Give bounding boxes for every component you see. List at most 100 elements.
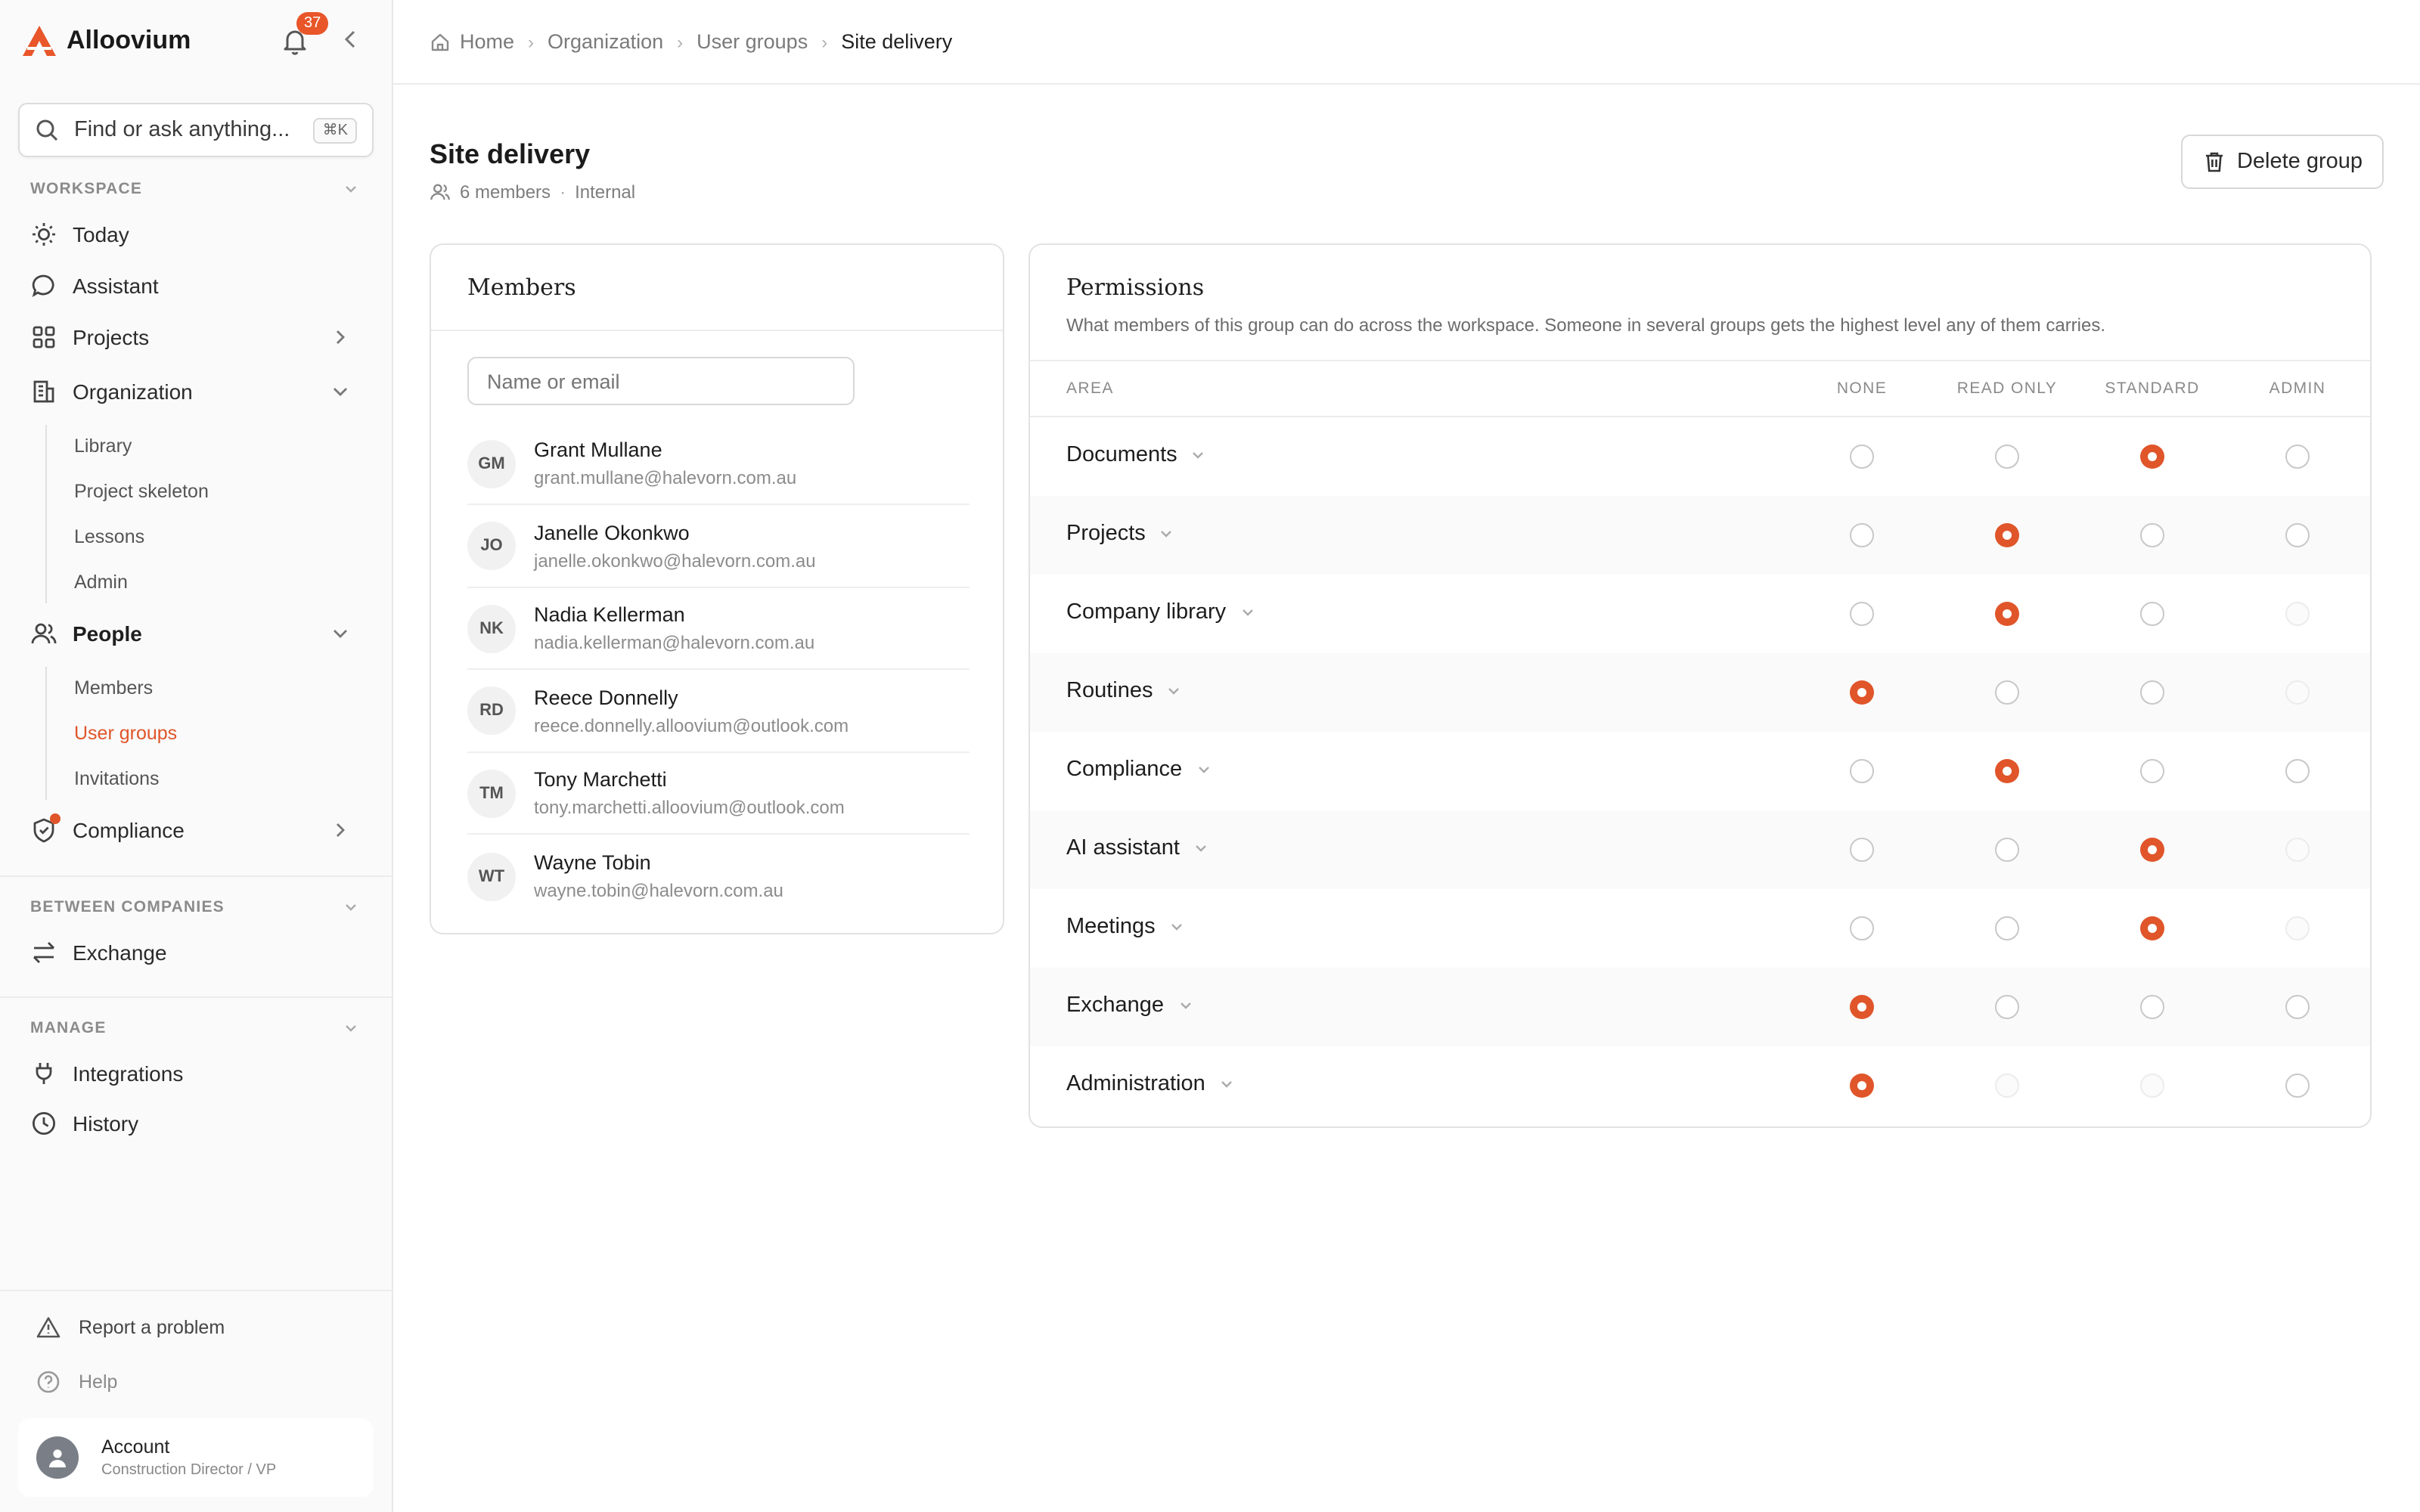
radio-admin[interactable] xyxy=(2285,995,2310,1019)
nav-projects-label: Projects xyxy=(73,325,150,349)
report-problem-label: Report a problem xyxy=(79,1317,225,1338)
help-link[interactable]: Help xyxy=(36,1370,117,1394)
radio-read-only[interactable] xyxy=(1995,759,2019,783)
radio-standard[interactable] xyxy=(2140,759,2164,783)
radio-read-only[interactable] xyxy=(1995,680,2019,705)
radio-none[interactable] xyxy=(1850,445,1874,469)
permission-area[interactable]: Compliance xyxy=(1066,758,1211,782)
nav-organization[interactable]: Organization xyxy=(30,369,363,414)
app-name: Alloovium xyxy=(67,26,191,54)
permission-area[interactable]: Administration xyxy=(1066,1072,1234,1096)
notification-badge: 37 xyxy=(296,12,329,35)
permission-row: AI assistant xyxy=(1030,810,2370,889)
radio-read-only[interactable] xyxy=(1995,445,2019,469)
chevron-left-icon[interactable] xyxy=(339,27,363,51)
nav-library[interactable]: Library xyxy=(74,431,132,461)
chevron-down-icon xyxy=(1198,767,1209,773)
member-name: Janelle Okonkwo xyxy=(534,521,690,544)
radio-standard[interactable] xyxy=(2140,523,2164,547)
permission-area-label: AI assistant xyxy=(1066,836,1180,860)
member-row[interactable]: JO Janelle Okonkwo janelle.okonkwo@halevor… xyxy=(467,506,970,587)
permission-area-label: Exchange xyxy=(1066,993,1164,1018)
delete-group-button[interactable]: Delete group xyxy=(2181,135,2384,189)
chevron-down-icon xyxy=(334,630,347,638)
permission-area[interactable]: Meetings xyxy=(1066,915,1184,939)
app-logo[interactable]: Alloovium xyxy=(21,24,191,57)
radio-standard[interactable] xyxy=(2140,680,2164,705)
member-row[interactable]: NK Nadia Kellerman nadia.kellerman@halevor… xyxy=(467,588,970,670)
nav-user-groups[interactable]: User groups xyxy=(74,718,177,748)
member-email: janelle.okonkwo@halevorn.com.au xyxy=(534,550,816,571)
radio-standard[interactable] xyxy=(2140,916,2164,940)
radio-none[interactable] xyxy=(1850,916,1874,940)
account-menu[interactable]: Account Construction Director / VP xyxy=(18,1418,374,1497)
group-visibility: Internal xyxy=(575,181,636,203)
permissions-card: Permissions What members of this group c… xyxy=(1028,243,2372,1128)
radio-admin[interactable] xyxy=(2285,1074,2310,1098)
radio-read-only[interactable] xyxy=(1995,602,2019,626)
radio-none[interactable] xyxy=(1850,680,1874,705)
member-row[interactable]: TM Tony Marchetti tony.marchetti.alloovium… xyxy=(467,753,970,835)
permission-area[interactable]: Exchange xyxy=(1066,993,1193,1018)
member-row[interactable]: GM Grant Mullane grant.mullane@halevorn.co… xyxy=(467,423,970,505)
nav-today[interactable]: Today xyxy=(30,212,363,257)
permission-area[interactable]: Company library xyxy=(1066,600,1255,624)
radio-standard[interactable] xyxy=(2140,602,2164,626)
nav-admin[interactable]: Admin xyxy=(74,567,128,597)
member-row[interactable]: WT Wayne Tobin wayne.tobin@halevorn.com.au xyxy=(467,835,970,917)
member-name: Reece Donnelly xyxy=(534,686,678,708)
radio-none[interactable] xyxy=(1850,1074,1874,1098)
chevron-down-icon xyxy=(1242,609,1253,616)
permission-area[interactable]: Projects xyxy=(1066,522,1174,546)
nav-lessons[interactable]: Lessons xyxy=(74,522,144,552)
search-placeholder: Find or ask anything... xyxy=(74,118,290,142)
radio-none[interactable] xyxy=(1850,759,1874,783)
radio-none[interactable] xyxy=(1850,523,1874,547)
member-avatar: JO xyxy=(467,522,516,570)
breadcrumb-user-groups[interactable]: User groups xyxy=(697,30,808,53)
radio-none[interactable] xyxy=(1850,838,1874,862)
chevron-down-icon xyxy=(1161,531,1172,538)
permission-row: Exchange xyxy=(1030,968,2370,1046)
breadcrumb-home[interactable]: Home xyxy=(430,30,514,53)
radio-admin[interactable] xyxy=(2285,445,2310,469)
sun-icon xyxy=(33,223,55,246)
radio-standard[interactable] xyxy=(2140,995,2164,1019)
chevron-down-icon[interactable] xyxy=(342,180,360,198)
report-problem-link[interactable]: Report a problem xyxy=(36,1315,225,1340)
radio-standard[interactable] xyxy=(2140,445,2164,469)
radio-read-only[interactable] xyxy=(1995,995,2019,1019)
search-input[interactable]: Find or ask anything... ⌘K xyxy=(18,103,374,157)
member-row[interactable]: RD Reece Donnelly reece.donnelly.alloovium… xyxy=(467,671,970,752)
nav-projects[interactable]: Projects xyxy=(30,314,363,360)
nav-compliance[interactable]: Compliance xyxy=(30,807,363,853)
members-card: Members GM Grant Mullane grant.mullane@hal… xyxy=(430,243,1004,934)
permission-area[interactable]: Routines xyxy=(1066,679,1181,703)
member-filter-input[interactable] xyxy=(467,357,855,405)
chevron-down-icon[interactable] xyxy=(342,898,360,916)
nav-exchange[interactable]: Exchange xyxy=(30,930,363,975)
nav-people[interactable]: People xyxy=(30,611,363,656)
tree-line xyxy=(45,667,47,800)
nav-members[interactable]: Members xyxy=(74,673,153,703)
permission-area[interactable]: AI assistant xyxy=(1066,836,1208,860)
tree-line xyxy=(45,425,47,603)
nav-project-skeleton[interactable]: Project skeleton xyxy=(74,476,209,507)
breadcrumb-current: Site delivery xyxy=(841,30,953,53)
radio-read-only[interactable] xyxy=(1995,523,2019,547)
radio-admin[interactable] xyxy=(2285,759,2310,783)
radio-read-only[interactable] xyxy=(1995,838,2019,862)
radio-read-only[interactable] xyxy=(1995,916,2019,940)
chevron-down-icon[interactable] xyxy=(342,1019,360,1037)
radio-admin[interactable] xyxy=(2285,523,2310,547)
nav-assistant[interactable]: Assistant xyxy=(30,263,363,308)
nav-history[interactable]: History xyxy=(30,1101,363,1146)
member-avatar: NK xyxy=(467,604,516,652)
nav-invitations[interactable]: Invitations xyxy=(74,764,160,794)
permission-area[interactable]: Documents xyxy=(1066,443,1206,467)
radio-none[interactable] xyxy=(1850,602,1874,626)
nav-integrations[interactable]: Integrations xyxy=(30,1051,363,1096)
radio-standard[interactable] xyxy=(2140,838,2164,862)
radio-none[interactable] xyxy=(1850,995,1874,1019)
breadcrumb-organization[interactable]: Organization xyxy=(548,30,663,53)
